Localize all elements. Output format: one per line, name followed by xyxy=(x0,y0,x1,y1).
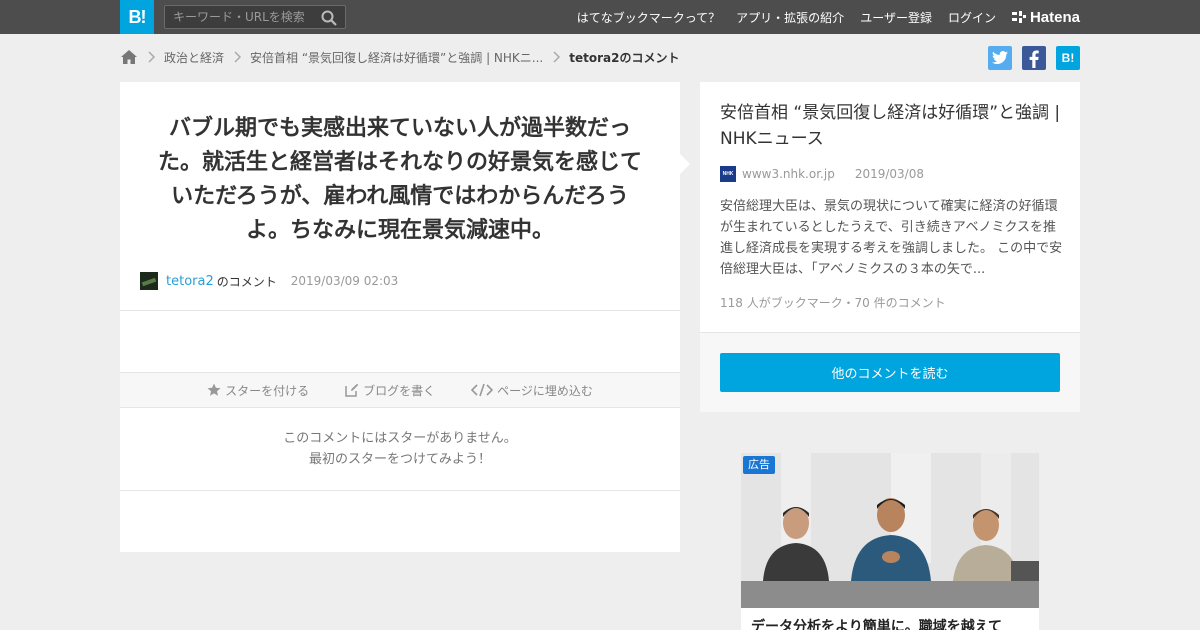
nav-apps[interactable]: アプリ・拡張の紹介 xyxy=(736,9,844,26)
entry-meta: NHK www3.nhk.or.jp 2019/03/08 xyxy=(720,166,924,182)
breadcrumb-entry[interactable]: 安倍首相 “景気回復し経済は好循環”と強調 | NHKニ... xyxy=(250,49,543,66)
entry-card: 安倍首相 “景気回復し経済は好循環”と強調 | NHKニュース NHK www3… xyxy=(700,82,1080,412)
nav-login[interactable]: ログイン xyxy=(948,9,996,26)
ad-badge: 広告 xyxy=(743,456,775,474)
no-stars-line1: このコメントにはスターがありません。 xyxy=(283,431,517,446)
chevron-right-icon xyxy=(148,51,156,63)
home-icon[interactable] xyxy=(120,49,138,65)
star-icon xyxy=(207,383,221,396)
hatena-brand-link[interactable]: Hatena xyxy=(1011,8,1080,26)
comment-card: バブル期でも実感出来ていない人が過半数だった。就活生と経営者はそれなりの好景気を… xyxy=(120,82,680,552)
hatena-bookmark-logo[interactable]: B! xyxy=(120,0,154,34)
avatar[interactable] xyxy=(140,272,158,290)
entry-title-link[interactable]: 安倍首相 “景気回復し経済は好循環”と強調 | NHKニュース xyxy=(720,100,1065,152)
comment-meta: tetora2 のコメント 2019/03/09 02:03 xyxy=(140,272,398,290)
nav-about[interactable]: はてなブックマークって？ xyxy=(577,9,720,26)
twitter-icon xyxy=(992,51,1008,64)
nhk-favicon-icon: NHK xyxy=(720,166,736,182)
read-other-comments-button[interactable]: 他のコメントを読む xyxy=(720,353,1060,392)
comment-action-bar: スターを付ける ブログを書く ページに埋め込む xyxy=(120,372,680,408)
comment-suffix: のコメント xyxy=(216,274,277,289)
no-stars-line2: 最初のスターをつけてみよう！ xyxy=(308,452,491,467)
twitter-share-button[interactable] xyxy=(988,46,1012,70)
bookmark-count[interactable]: 118 人がブックマーク・70 件のコメント xyxy=(720,294,946,311)
ad-caption[interactable]: データ分析をより簡単に。職域を越えて xyxy=(751,616,1002,630)
comment-text: バブル期でも実感出来ていない人が過半数だった。就活生と経営者はそれなりの好景気を… xyxy=(157,116,642,243)
breadcrumb-current: tetora2のコメント xyxy=(569,50,680,65)
edit-icon xyxy=(345,383,359,397)
nav-register[interactable]: ユーザー登録 xyxy=(860,9,932,26)
embed-label: ページに埋め込む xyxy=(497,383,593,398)
hatena-brand-label: Hatena xyxy=(1029,8,1080,26)
top-header: B! はてなブックマークって？ アプリ・拡張の紹介 ユーザー登録 ログイン Ha… xyxy=(0,0,1200,34)
entry-footer: 他のコメントを読む xyxy=(700,333,1080,412)
share-buttons: B! xyxy=(978,46,1080,70)
chevron-right-icon xyxy=(553,51,561,63)
comment-arrow xyxy=(680,154,690,174)
add-star-button[interactable]: スターを付ける xyxy=(207,382,309,399)
header-nav: はてなブックマークって？ アプリ・拡張の紹介 ユーザー登録 ログイン Haten… xyxy=(561,0,1080,34)
hatena-mark-icon xyxy=(1011,11,1026,23)
write-blog-label: ブログを書く xyxy=(363,383,436,398)
search-box xyxy=(164,5,346,29)
comment-date[interactable]: 2019/03/09 02:03 xyxy=(291,274,399,288)
embed-button[interactable]: ページに埋め込む xyxy=(471,382,593,399)
divider xyxy=(120,310,680,311)
entry-summary: 安倍総理大臣は、景気の現状について確実に経済の好循環が生まれているとしたうえで、… xyxy=(720,199,1063,277)
facebook-icon xyxy=(1029,50,1039,68)
no-stars-message: このコメントにはスターがありません。 最初のスターをつけてみよう！ xyxy=(120,428,680,470)
chevron-right-icon xyxy=(234,51,242,63)
add-star-label: スターを付ける xyxy=(225,383,310,398)
username-link[interactable]: tetora2 xyxy=(166,274,214,289)
ad-card[interactable]: 広告 データ分析をより簡単に。職域を越えて xyxy=(741,453,1039,630)
code-icon xyxy=(471,383,494,397)
breadcrumb-category[interactable]: 政治と経済 xyxy=(164,49,224,66)
search-input[interactable] xyxy=(165,6,315,28)
entry-domain[interactable]: www3.nhk.or.jp xyxy=(742,167,835,181)
divider xyxy=(120,490,680,491)
hatena-share-button[interactable]: B! xyxy=(1056,46,1080,70)
ad-photo-illustration xyxy=(741,453,1039,608)
search-icon[interactable] xyxy=(321,10,337,26)
ad-image[interactable]: 広告 xyxy=(741,453,1039,608)
facebook-share-button[interactable] xyxy=(1022,46,1046,70)
write-blog-button[interactable]: ブログを書く xyxy=(345,382,435,399)
breadcrumb: 政治と経済 安倍首相 “景気回復し経済は好循環”と強調 | NHKニ... te… xyxy=(120,44,679,70)
entry-date: 2019/03/08 xyxy=(854,167,924,181)
